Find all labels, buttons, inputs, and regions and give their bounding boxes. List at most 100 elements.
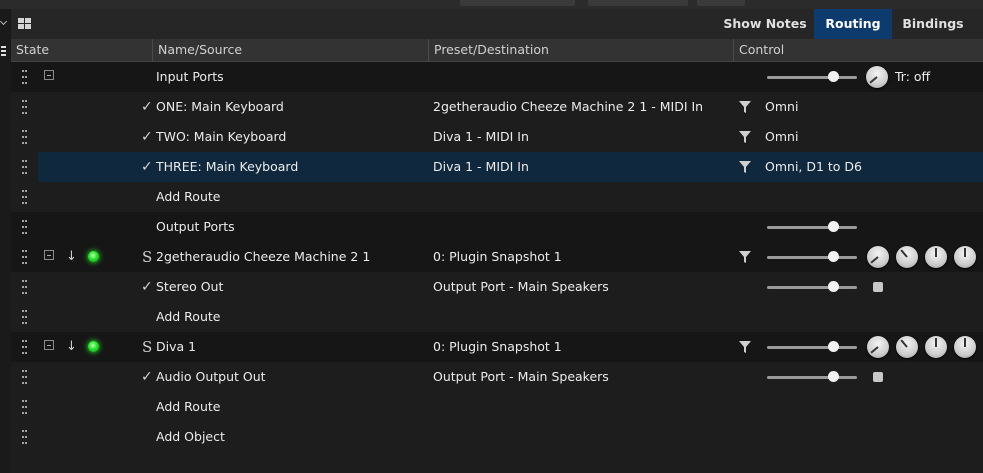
param-knob[interactable]: [896, 246, 918, 268]
route-row[interactable]: ✓ Stereo Out Output Port - Main Speakers: [11, 272, 983, 302]
param-knob[interactable]: [896, 336, 918, 358]
row-control: Omni: [765, 129, 799, 144]
header-destination[interactable]: Preset/Destination: [428, 39, 549, 61]
collapse-icon[interactable]: [44, 250, 54, 260]
plugin-row-cheeze-machine[interactable]: ↓ S 2getheraudio Cheeze Machine 2 1 0: P…: [11, 242, 983, 272]
grid-view-icon[interactable]: [18, 18, 31, 29]
row-control: Omni: [765, 99, 799, 114]
plugin-row-diva[interactable]: ↓ S Diva 1 0: Plugin Snapshot 1: [11, 332, 983, 362]
checkmark-icon[interactable]: ✓: [141, 362, 153, 392]
collapse-icon[interactable]: [44, 70, 54, 80]
drag-handle-icon[interactable]: [22, 190, 27, 204]
row-destination: Diva 1 - MIDI In: [433, 129, 529, 144]
row-name: TWO: Main Keyboard: [156, 129, 287, 144]
chevron-icon[interactable]: [0, 17, 8, 26]
status-led-icon: [88, 251, 99, 262]
collapse-icon[interactable]: [44, 340, 54, 350]
add-route-button[interactable]: Add Route: [156, 392, 220, 422]
drag-handle-icon[interactable]: [22, 370, 27, 384]
drag-handle-icon[interactable]: [22, 250, 27, 264]
filter-icon[interactable]: [739, 161, 751, 173]
add-route-button[interactable]: Add Route: [156, 182, 220, 212]
row-control: Omni, D1 to D6: [765, 159, 863, 174]
group-row-output-ports[interactable]: Output Ports: [11, 212, 983, 242]
row-name: ONE: Main Keyboard: [156, 99, 284, 114]
tab-show-notes[interactable]: Show Notes: [716, 9, 814, 39]
stop-icon[interactable]: [873, 282, 883, 292]
row-destination: 2getheraudio Cheeze Machine 2 1 - MIDI I…: [433, 99, 704, 114]
level-slider[interactable]: [767, 221, 857, 232]
filter-icon[interactable]: [739, 251, 751, 263]
checkmark-icon[interactable]: ✓: [141, 92, 153, 122]
level-slider[interactable]: [767, 281, 857, 292]
param-knob[interactable]: [954, 246, 976, 268]
arrow-down-icon[interactable]: ↓: [66, 249, 77, 265]
route-row-selected[interactable]: ✓ THREE: Main Keyboard Diva 1 - MIDI In …: [11, 152, 983, 182]
top-strip: [0, 0, 983, 9]
drag-handle-icon[interactable]: [22, 70, 27, 84]
add-route-row[interactable]: Add Route: [11, 392, 983, 422]
param-knob[interactable]: [954, 336, 976, 358]
transpose-knob[interactable]: [866, 66, 888, 88]
header-state[interactable]: State: [11, 39, 49, 61]
drag-handle-icon[interactable]: [22, 160, 27, 174]
drag-handle-icon[interactable]: [22, 310, 27, 324]
row-destination: Diva 1 - MIDI In: [433, 159, 529, 174]
param-knob[interactable]: [867, 336, 889, 358]
status-led-icon: [88, 341, 99, 352]
header-name[interactable]: Name/Source: [152, 39, 242, 61]
drag-handle-icon[interactable]: [22, 130, 27, 144]
drag-handle-icon[interactable]: [22, 220, 27, 234]
menu-icon[interactable]: [1, 46, 6, 48]
level-slider[interactable]: [767, 371, 857, 382]
arrow-down-icon[interactable]: ↓: [66, 339, 77, 355]
add-route-row[interactable]: Add Route: [11, 182, 983, 212]
param-knob[interactable]: [925, 246, 947, 268]
route-row[interactable]: ✓ ONE: Main Keyboard 2getheraudio Cheeze…: [11, 92, 983, 122]
solo-icon[interactable]: S: [142, 242, 152, 272]
row-name: 2getheraudio Cheeze Machine 2 1: [156, 249, 371, 264]
filter-icon[interactable]: [739, 101, 751, 113]
add-object-button[interactable]: Add Object: [156, 422, 225, 452]
level-slider[interactable]: [767, 251, 857, 262]
checkmark-icon[interactable]: ✓: [141, 272, 153, 302]
filter-icon[interactable]: [739, 131, 751, 143]
row-destination: Output Port - Main Speakers: [433, 369, 609, 384]
checkmark-icon[interactable]: ✓: [141, 152, 153, 182]
row-destination[interactable]: 0: Plugin Snapshot 1: [433, 242, 562, 272]
column-header: State Name/Source Preset/Destination Con…: [11, 39, 983, 62]
drag-handle-icon[interactable]: [22, 100, 27, 114]
param-knob[interactable]: [925, 336, 947, 358]
row-name: Stereo Out: [156, 279, 224, 294]
add-object-row[interactable]: Add Object: [11, 422, 983, 452]
drag-handle-icon[interactable]: [22, 280, 27, 294]
group-row-input-ports[interactable]: Input Ports Tr: off: [11, 62, 983, 92]
top-control[interactable]: [697, 0, 745, 6]
level-slider[interactable]: [767, 341, 857, 352]
drag-handle-icon[interactable]: [22, 340, 27, 354]
drag-handle-icon[interactable]: [22, 430, 27, 444]
add-route-button[interactable]: Add Route: [156, 302, 220, 332]
route-row[interactable]: ✓ TWO: Main Keyboard Diva 1 - MIDI In Om…: [11, 122, 983, 152]
row-name: Diva 1: [156, 339, 197, 354]
param-knob[interactable]: [867, 246, 889, 268]
top-control[interactable]: [588, 0, 688, 6]
empty-area: [11, 451, 983, 473]
route-row[interactable]: ✓ Audio Output Out Output Port - Main Sp…: [11, 362, 983, 392]
top-control[interactable]: [460, 0, 575, 6]
header-control[interactable]: Control: [733, 39, 784, 61]
tab-routing[interactable]: Routing: [814, 9, 892, 39]
stop-icon[interactable]: [873, 372, 883, 382]
tab-bindings[interactable]: Bindings: [892, 9, 974, 39]
level-slider[interactable]: [767, 71, 857, 82]
filter-icon[interactable]: [739, 341, 751, 353]
checkmark-icon[interactable]: ✓: [141, 122, 153, 152]
row-name: Input Ports: [156, 69, 224, 84]
toolbar: Show Notes Routing Bindings: [11, 9, 983, 39]
row-destination[interactable]: 0: Plugin Snapshot 1: [433, 332, 562, 362]
row-name: Output Ports: [156, 219, 235, 234]
drag-handle-icon[interactable]: [22, 400, 27, 414]
add-route-row[interactable]: Add Route: [11, 302, 983, 332]
row-name: Audio Output Out: [156, 369, 266, 384]
solo-icon[interactable]: S: [142, 332, 152, 362]
